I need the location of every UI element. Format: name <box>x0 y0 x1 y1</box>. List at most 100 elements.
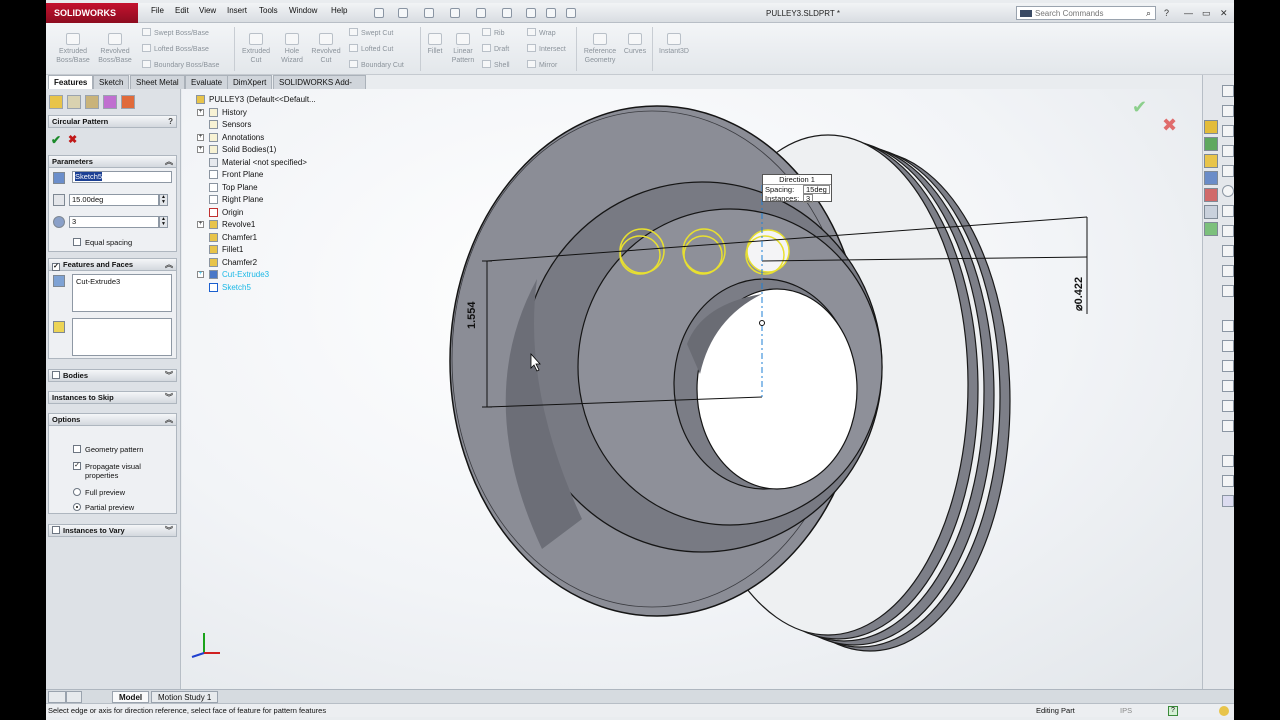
expand-icon[interactable]: + <box>197 271 204 278</box>
hole-wizard-button[interactable]: Hole Wizard <box>274 33 310 65</box>
reference-geometry-button[interactable]: Reference Geometry <box>580 33 620 65</box>
boundary-boss-button[interactable]: Boundary Boss/Base <box>142 60 219 69</box>
direction-reference-field[interactable]: Sketch5 <box>72 171 172 183</box>
features-to-pattern-list[interactable]: Cut-Extrude3 <box>72 274 172 312</box>
geometry-pattern-checkbox[interactable] <box>73 445 81 453</box>
spline-tool-icon[interactable] <box>1222 225 1234 237</box>
expand-icon[interactable]: + <box>197 134 204 141</box>
bodies-header[interactable]: Bodies ︾ <box>48 369 177 382</box>
menu-file[interactable]: File <box>151 6 164 15</box>
repair-sketch-icon[interactable] <box>1222 475 1234 487</box>
dimxpert-manager-icon[interactable] <box>103 95 117 109</box>
direction-reference-icon[interactable] <box>53 172 65 184</box>
linear-sketch-pattern-icon[interactable] <box>1222 400 1234 412</box>
help-icon[interactable]: ? <box>1168 706 1178 716</box>
confirm-icon[interactable]: ✔ <box>1132 97 1147 118</box>
tree-item-top-plane[interactable]: Top Plane <box>209 183 258 192</box>
search-scope-icon[interactable] <box>1020 10 1032 17</box>
options-header[interactable]: Options ︽ <box>48 413 177 426</box>
tab-features[interactable]: Features <box>48 75 94 89</box>
collapse-icon[interactable]: ︽ <box>165 414 173 426</box>
file-explorer-icon[interactable] <box>1204 154 1218 168</box>
expand-icon[interactable]: + <box>197 146 204 153</box>
menu-window[interactable]: Window <box>289 6 317 15</box>
ellipse-tool-icon[interactable] <box>1222 245 1234 257</box>
smart-dimension-icon[interactable] <box>1222 105 1234 117</box>
print-icon[interactable] <box>450 8 460 18</box>
faces-to-pattern-list[interactable] <box>72 318 172 356</box>
search-icon[interactable]: ⌕ <box>1146 8 1151 19</box>
offset-entities-icon[interactable] <box>1222 360 1234 372</box>
full-preview-radio[interactable] <box>73 488 81 496</box>
search-commands[interactable]: ⌕ <box>1016 6 1156 20</box>
swept-boss-button[interactable]: Swept Boss/Base <box>142 28 209 37</box>
bodies-checkbox[interactable] <box>52 371 60 379</box>
revolved-cut-button[interactable]: Revolved Cut <box>308 33 344 65</box>
tree-item-chamfer1[interactable]: Chamfer1 <box>209 233 257 242</box>
revolved-boss-button[interactable]: Revolved Boss/Base <box>96 33 134 65</box>
scroll-left-button[interactable] <box>48 691 66 703</box>
help-icon[interactable]: ? <box>168 116 173 128</box>
status-units[interactable]: IPS <box>1120 704 1132 717</box>
tab-motion-study-1[interactable]: Motion Study 1 <box>151 691 219 703</box>
rebuild-status-icon[interactable] <box>1219 706 1229 716</box>
close-button[interactable]: ✕ <box>1220 8 1228 19</box>
custom-properties-icon[interactable] <box>1204 205 1218 219</box>
extruded-cut-button[interactable]: Extruded Cut <box>238 33 274 65</box>
tree-item-sensors[interactable]: Sensors <box>209 120 251 129</box>
tree-item-sketch5[interactable]: Sketch5 <box>209 283 251 292</box>
customize-icon[interactable] <box>566 8 576 18</box>
instances-to-vary-header[interactable]: Instances to Vary ︾ <box>48 524 177 537</box>
sketch-tool-icon[interactable] <box>1222 85 1234 97</box>
lofted-boss-button[interactable]: Lofted Boss/Base <box>142 44 209 53</box>
solidworks-logo[interactable]: SOLIDWORKS <box>46 3 138 23</box>
menu-view[interactable]: View <box>199 6 216 15</box>
instances-to-vary-checkbox[interactable] <box>52 526 60 534</box>
expand-icon[interactable]: + <box>197 221 204 228</box>
rib-button[interactable]: Rib <box>482 28 505 37</box>
select-icon[interactable] <box>502 8 512 18</box>
curves-button[interactable]: Curves <box>620 33 650 56</box>
parameters-header[interactable]: Parameters ︽ <box>48 155 177 168</box>
collapse-icon[interactable]: ︽ <box>165 156 173 168</box>
options-icon[interactable] <box>546 8 556 18</box>
mirror-entities-icon[interactable] <box>1222 380 1234 392</box>
extruded-boss-button[interactable]: Extruded Boss/Base <box>54 33 92 65</box>
swept-cut-button[interactable]: Swept Cut <box>349 28 393 37</box>
angle-field[interactable]: 15.00deg <box>69 194 159 206</box>
open-icon[interactable] <box>398 8 408 18</box>
menu-edit[interactable]: Edit <box>175 6 189 15</box>
tree-item-solid-bodies[interactable]: + Solid Bodies(1) <box>197 145 276 154</box>
callout-instances-value[interactable]: 3 <box>803 194 814 203</box>
tree-item-chamfer2[interactable]: Chamfer2 <box>209 258 257 267</box>
fillet-button[interactable]: Fillet <box>422 33 448 56</box>
menu-insert[interactable]: Insert <box>227 6 247 15</box>
instant3d-button[interactable]: Instant3D <box>654 33 694 56</box>
rectangle-tool-icon[interactable] <box>1222 145 1234 157</box>
draft-button[interactable]: Draft <box>482 44 509 53</box>
save-icon[interactable] <box>424 8 434 18</box>
configuration-manager-icon[interactable] <box>85 95 99 109</box>
rebuild-icon[interactable] <box>526 8 536 18</box>
cancel-icon[interactable]: ✖ <box>1162 115 1177 136</box>
quick-snaps-icon[interactable] <box>1222 495 1234 507</box>
intersect-button[interactable]: Intersect <box>527 44 566 53</box>
tree-item-revolve1[interactable]: + Revolve1 <box>197 220 255 229</box>
features-and-faces-header[interactable]: ✓ Features and Faces ︽ <box>48 258 177 271</box>
trim-tool-icon[interactable] <box>1222 320 1234 332</box>
tree-item-annotations[interactable]: + Annotations <box>197 133 264 142</box>
restore-button[interactable]: ▭ <box>1202 8 1211 19</box>
features-and-faces-checkbox[interactable]: ✓ <box>52 263 60 271</box>
expand-icon[interactable]: ︾ <box>165 525 173 537</box>
direction-callout[interactable]: Direction 1 Spacing: 15deg Instances: 3 <box>762 174 832 203</box>
lofted-cut-button[interactable]: Lofted Cut <box>349 44 393 53</box>
arc-tool-icon[interactable] <box>1222 205 1234 217</box>
circle-tool-icon[interactable] <box>1222 185 1234 197</box>
convert-entities-icon[interactable] <box>1222 340 1234 352</box>
menu-tools[interactable]: Tools <box>259 6 278 15</box>
tree-root[interactable]: PULLEY3 (Default<<Default... <box>196 95 316 104</box>
view-palette-icon[interactable] <box>1204 171 1218 185</box>
tab-dimxpert[interactable]: DimXpert <box>227 75 273 89</box>
slot-tool-icon[interactable] <box>1222 165 1234 177</box>
tab-evaluate[interactable]: Evaluate <box>185 75 229 89</box>
